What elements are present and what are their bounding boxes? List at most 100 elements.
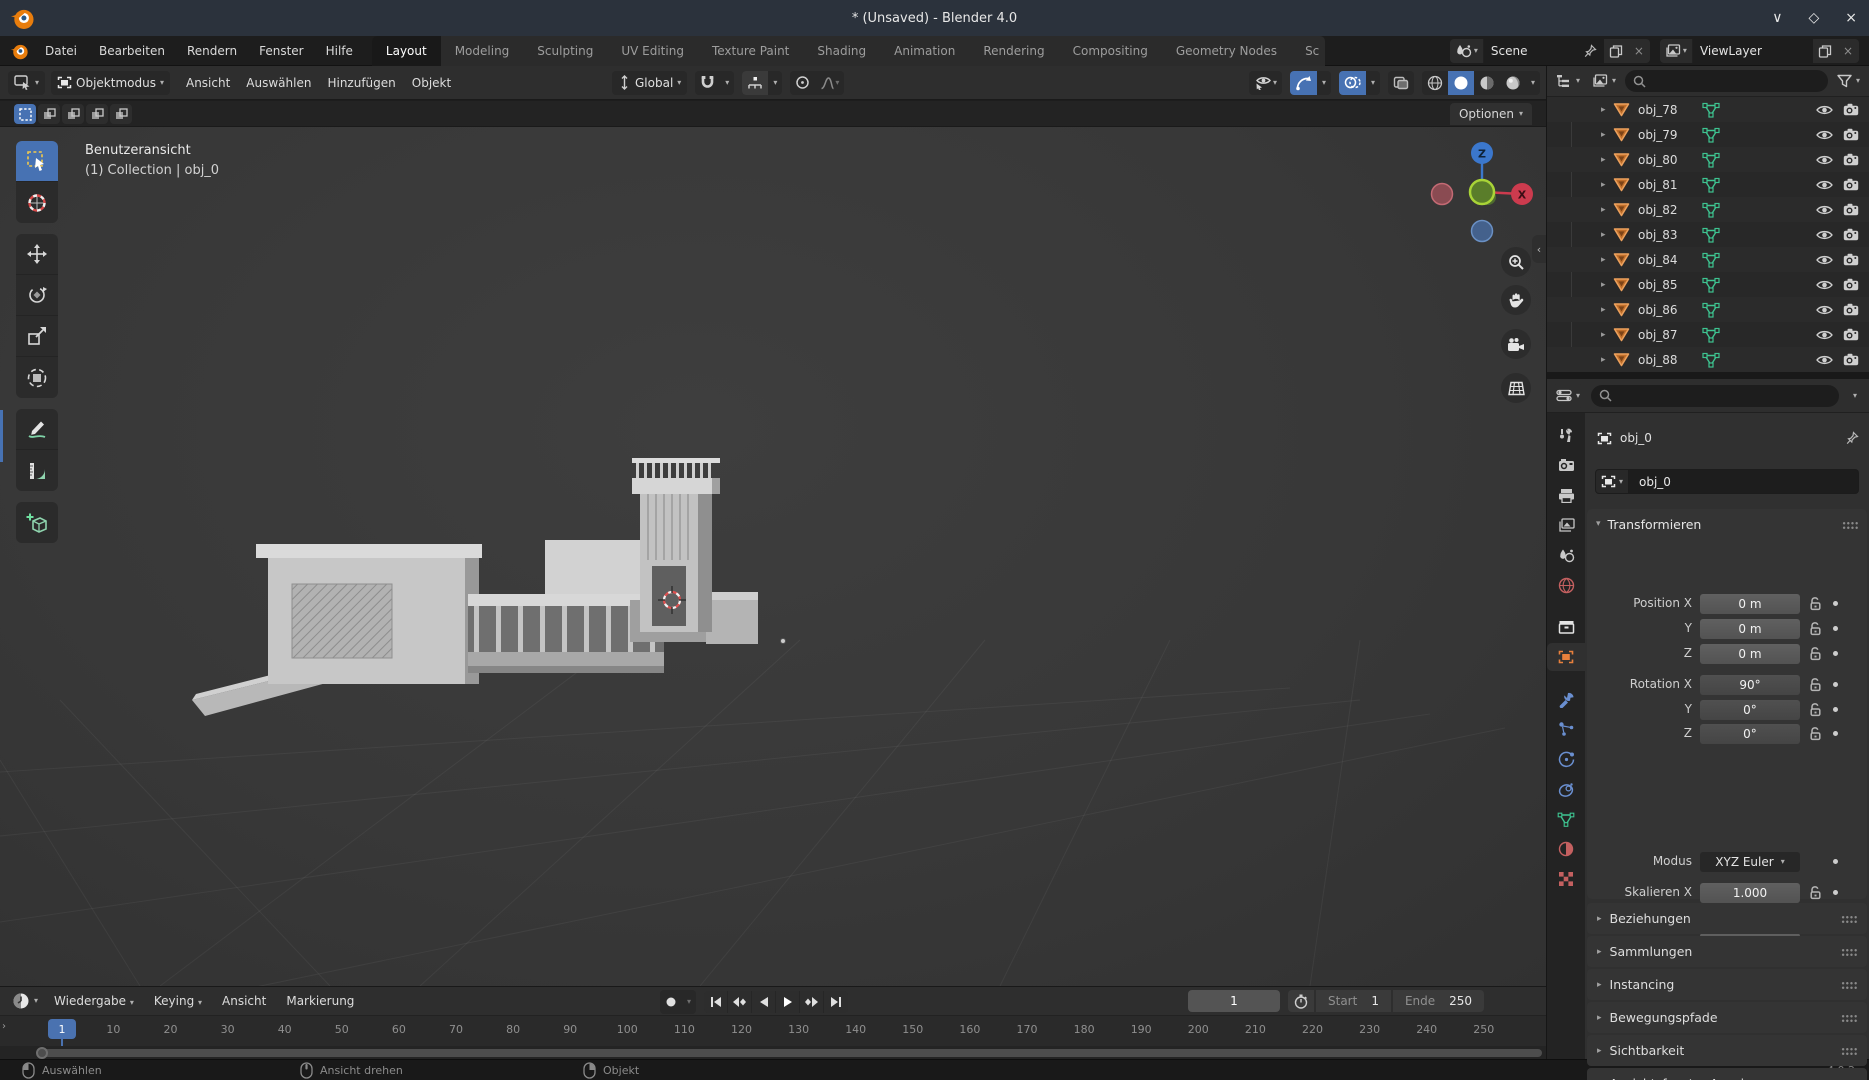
expand-arrow-icon[interactable]: ▸ [1601,355,1613,365]
outliner-row-obj-79[interactable]: ▸ obj_79 [1547,122,1869,147]
lock-open-icon[interactable] [1807,884,1823,900]
properties-tab-constraints[interactable] [1547,775,1585,803]
outliner-row-obj-80[interactable]: ▸ obj_80 [1547,147,1869,172]
lock-open-icon[interactable] [1807,645,1823,661]
overlays-toggle[interactable] [1339,71,1366,95]
timeline-menu-markierung[interactable]: Markierung [278,990,362,1012]
shading-material-button[interactable] [1474,71,1500,95]
xray-toggle[interactable] [1388,71,1414,95]
hide-eye-icon[interactable] [1816,179,1833,191]
lock-open-icon[interactable] [1807,676,1823,692]
expand-arrow-icon[interactable]: ▸ [1601,255,1613,265]
rotation-mode-dropdown[interactable]: XYZ Euler▾ [1700,852,1800,872]
viewlayer-remove-button[interactable]: × [1837,44,1859,58]
shading-dropdown[interactable]: ▾ [1526,71,1540,95]
tool-move[interactable] [16,234,58,275]
gizmos-toggle[interactable] [1290,71,1317,95]
scene-unlink-button[interactable]: × [1628,44,1650,58]
properties-tab-render[interactable] [1547,451,1585,479]
viewport-menu-objekt[interactable]: Objekt [404,72,459,94]
expand-arrow-icon[interactable]: ▸ [1601,230,1613,240]
lock-open-icon[interactable] [1807,595,1823,611]
select-mode-invert[interactable] [86,104,108,124]
transform-value-field[interactable]: 0° [1700,724,1800,744]
properties-tab-object[interactable] [1547,643,1585,671]
timeline-scrollbar[interactable] [38,1049,1542,1057]
hide-eye-icon[interactable] [1816,329,1833,341]
menu-datei[interactable]: Datei [36,40,86,62]
animate-dot[interactable] [1833,731,1838,736]
outliner-row-obj-81[interactable]: ▸ obj_81 [1547,172,1869,197]
use-preview-range-button[interactable] [1288,990,1314,1012]
hide-eye-icon[interactable] [1816,204,1833,216]
ruler-expand-arrow[interactable]: › [2,1021,6,1032]
jump-to-start-button[interactable] [704,991,728,1013]
frame-end-field[interactable]: Ende250 [1393,990,1484,1012]
camera-view-button[interactable] [1501,329,1531,359]
editor-type-dropdown[interactable]: ▾ [8,71,45,95]
animate-dot[interactable] [1833,890,1838,895]
outliner-search-input[interactable] [1625,70,1828,92]
outliner-row-obj-83[interactable]: ▸ obj_83 [1547,222,1869,247]
scene-browse-button[interactable]: ▾ [1450,39,1484,63]
properties-tab-output[interactable] [1547,481,1585,509]
previous-keyframe-button[interactable] [728,991,752,1013]
snap-magnet-toggle[interactable] [695,71,720,95]
expand-arrow-icon[interactable]: ▸ [1601,280,1613,290]
tool-cursor[interactable] [16,182,58,223]
hide-eye-icon[interactable] [1816,129,1833,141]
object-name[interactable]: obj_84 [1638,253,1702,267]
object-name[interactable]: obj_86 [1638,303,1702,317]
keying-set-dropdown[interactable]: ▾ [682,990,696,1014]
tool-measure[interactable] [16,450,58,491]
panel-grip-icon[interactable] [1840,914,1857,923]
menu-rendern[interactable]: Rendern [178,40,246,62]
workspace-tab-layout[interactable]: Layout [372,36,441,66]
breadcrumb-object-name[interactable]: obj_0 [1620,431,1652,445]
timeline-menu-wiedergabe[interactable]: Wiedergabe ▾ [46,990,142,1012]
timeline-menu-keying[interactable]: Keying ▾ [146,990,210,1012]
panel-grip-icon[interactable] [1840,947,1857,956]
outliner-row-obj-88[interactable]: ▸ obj_88 [1547,347,1869,372]
scrollbar-handle[interactable] [36,1047,48,1059]
object-name[interactable]: obj_81 [1638,178,1702,192]
viewport-3d[interactable]: Benutzeransicht (1) Collection | obj_0 Z… [0,127,1546,986]
hide-eye-icon[interactable] [1816,154,1833,166]
transform-value-field[interactable]: 0° [1700,700,1800,720]
current-frame-field[interactable]: 1 [1188,990,1280,1012]
viewlayer-copy-button[interactable] [1813,39,1837,63]
properties-tab-tool[interactable] [1547,421,1585,449]
workspace-tab-uv-editing[interactable]: UV Editing [607,36,698,66]
hide-eye-icon[interactable] [1816,104,1833,116]
shading-solid-button[interactable] [1448,71,1474,95]
auto-keying-toggle[interactable] [660,990,682,1014]
workspace-tab-animation[interactable]: Animation [880,36,969,66]
workspace-tab-texture-paint[interactable]: Texture Paint [698,36,803,66]
properties-tab-scene[interactable] [1547,541,1585,569]
proportional-falloff-dropdown[interactable]: ▾ [815,71,844,95]
disable-render-icon[interactable] [1843,178,1859,191]
lock-open-icon[interactable] [1807,725,1823,741]
properties-options-dropdown[interactable]: ▾ [1847,392,1863,400]
panel-sammlungen[interactable]: ▸ Sammlungen [1587,936,1867,967]
timeline-scroll-track[interactable] [0,1046,1546,1060]
object-name[interactable]: obj_80 [1638,153,1702,167]
shading-wireframe-button[interactable] [1422,71,1448,95]
building-model[interactable] [192,458,758,716]
gizmos-dropdown[interactable]: ▾ [1317,71,1331,95]
menu-bearbeiten[interactable]: Bearbeiten [90,40,174,62]
expand-arrow-icon[interactable]: ▸ [1601,205,1613,215]
scene-copy-button[interactable] [1604,39,1628,63]
current-frame-badge[interactable]: 1 [48,1019,76,1039]
workspace-tab-modeling[interactable]: Modeling [441,36,524,66]
viewport-menu-hinzuf-gen[interactable]: Hinzufügen [319,72,403,94]
select-mode-intersect[interactable] [110,104,132,124]
animate-dot[interactable] [1833,601,1838,606]
properties-tab-particles[interactable] [1547,715,1585,743]
workspace-tab-geometry-nodes[interactable]: Geometry Nodes [1162,36,1291,66]
object-name[interactable]: obj_85 [1638,278,1702,292]
outliner-row-obj-86[interactable]: ▸ obj_86 [1547,297,1869,322]
panel-beziehungen[interactable]: ▸ Beziehungen [1587,903,1867,934]
object-id-dropdown[interactable]: ▾ [1595,469,1629,494]
expand-arrow-icon[interactable]: ▸ [1601,155,1613,165]
